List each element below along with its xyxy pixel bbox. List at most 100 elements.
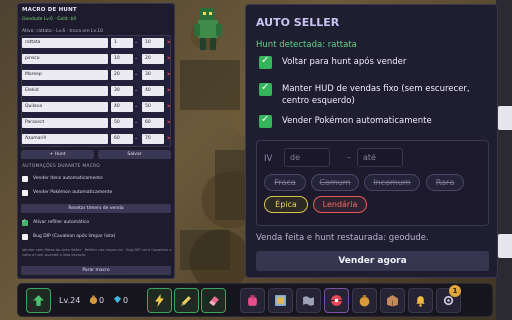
hunt-row: Elekid 30 – 40 ✕ bbox=[22, 85, 170, 98]
sell-items-label: Vender itens automaticamente bbox=[33, 176, 103, 181]
pencil-icon bbox=[181, 296, 191, 306]
range-dash: – bbox=[135, 104, 138, 110]
hunt-max-level-input[interactable]: 70 bbox=[142, 134, 164, 144]
side-tab-button[interactable] bbox=[498, 106, 512, 130]
hunt-max-level-input[interactable]: 10 bbox=[142, 38, 164, 48]
macro-help-note: Vender com filtros do Auto Seller · Refi… bbox=[22, 248, 172, 257]
bug-dip-checkbox[interactable] bbox=[22, 234, 28, 240]
range-dash: – bbox=[135, 40, 138, 46]
add-hunt-button[interactable]: + Hunt bbox=[21, 150, 94, 159]
reset-sell-timers-button[interactable]: Resetar timers de venda bbox=[21, 204, 171, 213]
fixed-hud-checkbox[interactable] bbox=[259, 82, 272, 96]
pokeball-icon bbox=[331, 295, 342, 306]
return-to-hunt-checkbox[interactable] bbox=[259, 55, 272, 69]
player-level: Lv.24 bbox=[59, 296, 81, 305]
backpack-button[interactable] bbox=[240, 288, 265, 313]
auto-seller-title: AUTO SELLER bbox=[256, 16, 340, 29]
map-button[interactable] bbox=[296, 288, 321, 313]
sell-pokemon-label: Vender Pokémon automaticamente bbox=[33, 190, 113, 195]
hunt-max-level-input[interactable]: 20 bbox=[142, 54, 164, 64]
hunt-name-input[interactable]: Mareep bbox=[22, 70, 108, 80]
pokedex-button[interactable] bbox=[268, 288, 293, 313]
bottom-hud-bar: Lv.24 0 0 bbox=[17, 283, 493, 317]
hunt-min-level-input[interactable]: 20 bbox=[111, 70, 133, 80]
notifications-button[interactable] bbox=[408, 288, 433, 313]
rarity-comum-pill[interactable]: Comum bbox=[311, 174, 359, 191]
delete-hunt-icon[interactable]: ✕ bbox=[166, 102, 170, 112]
delete-hunt-icon[interactable]: ✕ bbox=[166, 118, 170, 128]
hunt-name-input[interactable]: rattata bbox=[22, 38, 108, 48]
sell-pokemon-checkbox[interactable] bbox=[22, 190, 28, 196]
rarity-epica-pill[interactable]: Épica bbox=[264, 196, 308, 213]
eraser-icon bbox=[209, 296, 219, 306]
money-bag-button[interactable] bbox=[352, 288, 377, 313]
hunt-name-input[interactable]: Azumarill bbox=[22, 134, 108, 144]
gem-icon bbox=[113, 295, 122, 304]
sell-status-text: Venda feita e hunt restaurada: geodude. bbox=[256, 233, 429, 243]
range-dash: – bbox=[135, 88, 138, 94]
auto-sell-pokemon-checkbox[interactable] bbox=[259, 114, 272, 128]
rarity-incomum-pill[interactable]: Incomum bbox=[364, 174, 420, 191]
hunt-max-level-input[interactable]: 40 bbox=[142, 86, 164, 96]
iv-from-input[interactable]: de bbox=[284, 148, 330, 167]
save-hunts-button[interactable]: Salvar bbox=[98, 150, 171, 159]
rarity-fraca-pill[interactable]: Fraca bbox=[264, 174, 306, 191]
delete-hunt-icon[interactable]: ✕ bbox=[166, 134, 170, 144]
hunt-name-input[interactable]: Parasect bbox=[22, 118, 108, 128]
hunt-min-level-input[interactable]: 30 bbox=[111, 86, 133, 96]
macro-title: MACRO DE HUNT bbox=[22, 7, 77, 13]
hunt-name-input[interactable]: Elekid bbox=[22, 86, 108, 96]
auto-refill-checkbox[interactable] bbox=[22, 218, 28, 226]
hunt-list[interactable]: rattata 1 – 10 ✕ pinsco 10 – 20 ✕ Mareep… bbox=[21, 35, 171, 147]
range-dash: – bbox=[135, 136, 138, 142]
hunt-max-level-input[interactable]: 60 bbox=[142, 118, 164, 128]
pencil-button[interactable] bbox=[174, 288, 199, 313]
macro-geodude-info: Geodude Lv.6 · Gold: $0 bbox=[22, 17, 77, 22]
rarity-lendaria-pill[interactable]: Lendária bbox=[313, 196, 367, 213]
auto-sell-pokemon-label: Vender Pokémon automaticamente bbox=[282, 116, 432, 126]
automations-section-title: AUTOMAÇÕES DURANTE MACRO bbox=[22, 164, 101, 169]
box-button[interactable] bbox=[380, 288, 405, 313]
hunt-min-level-input[interactable]: 1 bbox=[111, 38, 133, 48]
rarity-rara-pill[interactable]: Rara bbox=[426, 174, 464, 191]
box-icon bbox=[387, 295, 398, 307]
delete-hunt-icon[interactable]: ✕ bbox=[166, 70, 170, 80]
delete-hunt-icon[interactable]: ✕ bbox=[166, 38, 170, 48]
delete-hunt-icon[interactable]: ✕ bbox=[166, 54, 170, 64]
sell-now-button[interactable]: Vender agora bbox=[256, 251, 489, 271]
stop-macro-button[interactable]: Parar macro bbox=[21, 266, 171, 275]
range-dash: – bbox=[135, 120, 138, 126]
hunt-row: rattata 1 – 10 ✕ bbox=[22, 37, 170, 50]
notification-count-badge: 1 bbox=[449, 285, 461, 297]
range-dash: – bbox=[135, 56, 138, 62]
hunt-row: Parasect 50 – 60 ✕ bbox=[22, 117, 170, 130]
iv-range-dash: – bbox=[347, 153, 351, 162]
pokeball-button[interactable] bbox=[324, 288, 349, 313]
hunt-min-level-input[interactable]: 10 bbox=[111, 54, 133, 64]
arrow-up-icon bbox=[33, 295, 44, 306]
bell-icon bbox=[416, 296, 425, 307]
hunt-name-input[interactable]: pinsco bbox=[22, 54, 108, 64]
money-bag-icon bbox=[89, 295, 98, 304]
sell-items-checkbox[interactable] bbox=[22, 176, 28, 182]
bug-dip-label: Bug DIP (Cavalean após limpar lista) bbox=[33, 234, 116, 239]
delete-hunt-icon[interactable]: ✕ bbox=[166, 86, 170, 96]
hunt-name-input[interactable]: Quilava bbox=[22, 102, 108, 112]
hunt-min-level-input[interactable]: 50 bbox=[111, 118, 133, 128]
right-edge-strip bbox=[496, 0, 512, 320]
hunt-min-level-input[interactable]: 40 bbox=[111, 102, 133, 112]
hunt-row: Quilava 40 – 50 ✕ bbox=[22, 101, 170, 114]
lightning-icon bbox=[155, 294, 164, 307]
hunt-max-level-input[interactable]: 50 bbox=[142, 102, 164, 112]
hunt-max-level-input[interactable]: 30 bbox=[142, 70, 164, 80]
hunt-min-level-input[interactable]: 60 bbox=[111, 134, 133, 144]
fixed-hud-label: Manter HUD de vendas fixo (sem escurecer… bbox=[282, 84, 470, 106]
level-up-button[interactable] bbox=[26, 288, 51, 313]
iv-to-input[interactable]: até bbox=[357, 148, 403, 167]
eraser-button[interactable] bbox=[201, 288, 226, 313]
player-sprite bbox=[194, 8, 222, 50]
lightning-button[interactable] bbox=[147, 288, 172, 313]
range-dash: – bbox=[135, 72, 138, 78]
side-tab-button[interactable] bbox=[498, 234, 512, 258]
iv-label: IV bbox=[264, 154, 273, 164]
